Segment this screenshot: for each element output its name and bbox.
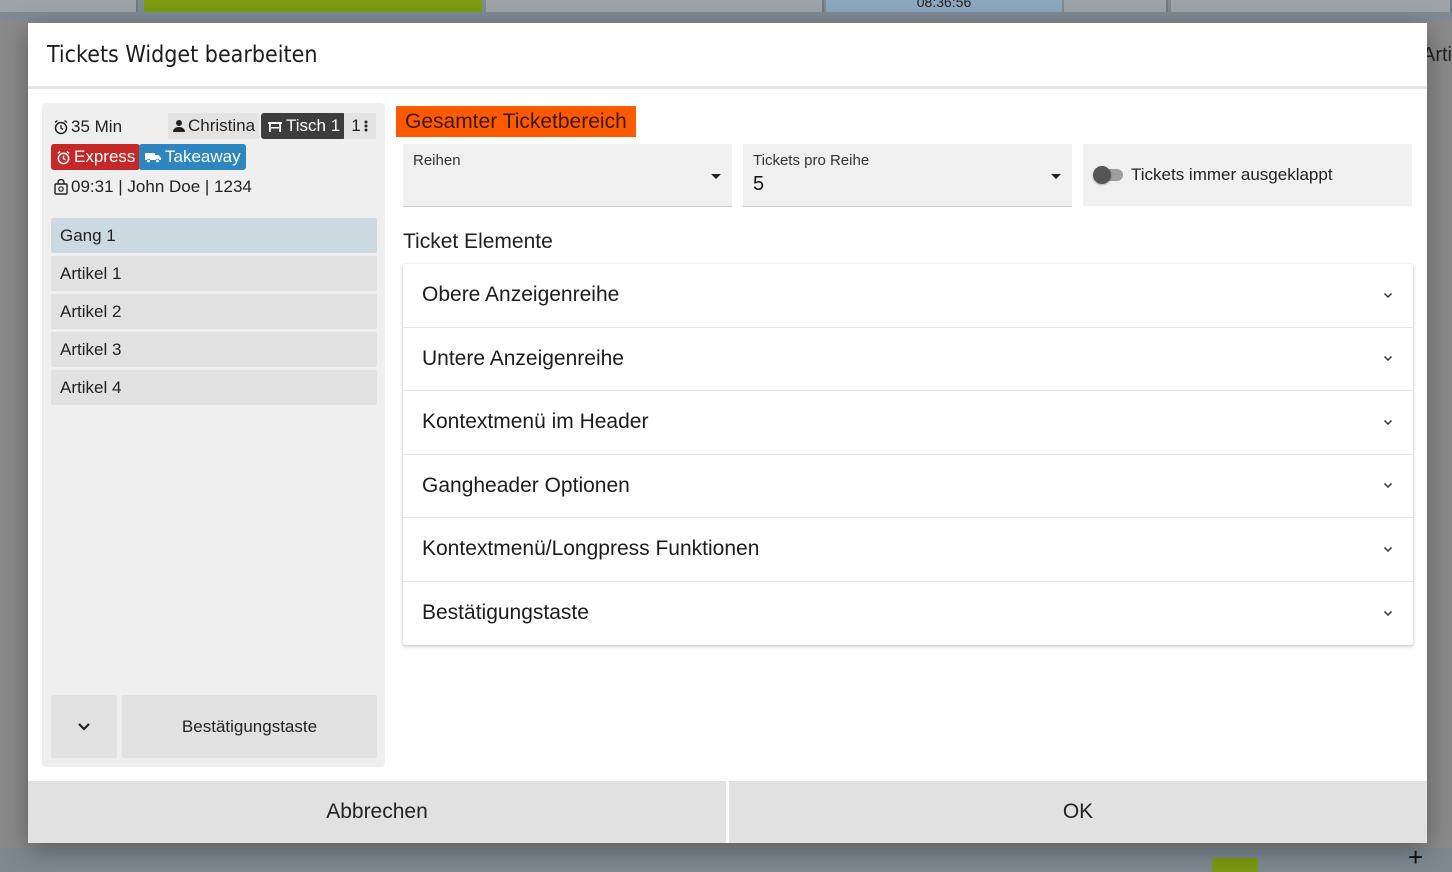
alarm-clock-icon — [54, 119, 68, 135]
delivery-bag-icon — [54, 179, 68, 195]
list-item[interactable]: Artikel 4 — [51, 370, 377, 405]
always-expanded-toggle-field: Tickets immer ausgeklappt — [1083, 144, 1412, 206]
tickets-per-row-label: Tickets pro Reihe — [753, 152, 870, 169]
accordion-item[interactable]: Obere Anzeigenreihe — [403, 264, 1413, 328]
rows-select-label: Reihen — [413, 152, 461, 169]
list-item[interactable]: Artikel 1 — [51, 256, 377, 291]
accordion-item-label: Gangheader Optionen — [422, 473, 630, 497]
section-tag: Gesamter Ticketbereich — [396, 106, 636, 137]
course-list: Gang 1 Artikel 1 Artikel 2 Artikel 3 Art… — [51, 218, 377, 408]
always-expanded-label: Tickets immer ausgeklappt — [1131, 165, 1333, 184]
background-top-bar: 08:36:56 — [0, 0, 1452, 20]
express-badge: Express — [51, 144, 141, 170]
user-name: Christina — [188, 116, 256, 135]
cancel-button[interactable]: Abbrechen — [28, 781, 726, 843]
table-label: Tisch 1 — [286, 116, 341, 135]
order-info: 09:31 | John Doe | 1234 — [51, 175, 377, 199]
background-tab — [1064, 0, 1168, 12]
background-bottom-bar — [0, 848, 1452, 872]
background-plus-icon: + — [1408, 842, 1424, 872]
accordion-item-label: Kontextmenü im Header — [422, 410, 649, 434]
preview-confirm-button[interactable]: Bestätigungstaste — [122, 695, 377, 758]
dialog-footer: Abbrechen OK — [28, 781, 1427, 843]
background-tab — [1171, 0, 1452, 12]
accordion-item[interactable]: Gangheader Optionen — [403, 455, 1413, 518]
accordion-item-label: Obere Anzeigenreihe — [422, 283, 620, 307]
table-icon — [268, 122, 282, 132]
ticket-preview: 35 Min Christina Tisch 1 1 Express Takea… — [42, 103, 385, 767]
list-item[interactable]: Artikel 2 — [51, 294, 377, 329]
background-green-tab — [1212, 858, 1258, 872]
chevron-down-icon — [1383, 610, 1393, 616]
ok-button[interactable]: OK — [729, 781, 1427, 843]
background-green-tab — [144, 0, 482, 12]
accordion-item[interactable]: Untere Anzeigenreihe — [403, 328, 1413, 391]
chevron-down-icon — [1383, 483, 1393, 489]
ticket-timer: 35 Min — [53, 117, 122, 137]
elements-accordion: Obere Anzeigenreihe Untere Anzeigenreihe… — [403, 264, 1413, 645]
tickets-per-row-value: 5 — [753, 173, 765, 195]
rows-select[interactable]: Reihen — [403, 144, 732, 207]
always-expanded-toggle[interactable] — [1093, 166, 1125, 184]
edit-widget-dialog: Tickets Widget bearbeiten 35 Min Christi… — [28, 23, 1427, 843]
chevron-down-icon — [1383, 292, 1393, 298]
tickets-per-row-select[interactable]: Tickets pro Reihe 5 — [743, 144, 1072, 207]
dialog-title: Tickets Widget bearbeiten — [28, 23, 1427, 89]
chevron-down-icon — [1383, 356, 1393, 362]
dropdown-caret-icon — [711, 174, 721, 179]
collapse-button[interactable] — [51, 695, 117, 758]
accordion-item[interactable]: Kontextmenü/Longpress Funktionen — [403, 518, 1413, 582]
chevron-down-icon — [1383, 546, 1393, 552]
accordion-item-label: Kontextmenü/Longpress Funktionen — [422, 537, 760, 561]
takeaway-label: Takeaway — [165, 147, 241, 166]
dropdown-caret-icon — [1051, 174, 1061, 179]
accordion-item[interactable]: Kontextmenü im Header — [403, 391, 1413, 455]
truck-icon — [145, 153, 161, 164]
chevron-down-icon — [78, 722, 90, 731]
accordion-item-label: Bestätigungstaste — [422, 601, 589, 625]
accordion-item[interactable]: Bestätigungstaste — [403, 582, 1413, 646]
alarm-clock-icon — [57, 150, 70, 164]
express-label: Express — [74, 147, 136, 166]
table-chip: Tisch 1 — [261, 113, 347, 139]
background-tab — [0, 0, 138, 12]
chevron-down-icon — [1383, 419, 1393, 425]
takeaway-badge: Takeaway — [139, 144, 246, 170]
more-vert-icon — [364, 120, 368, 132]
course-header[interactable]: Gang 1 — [51, 218, 377, 253]
ticket-header: 35 Min Christina Tisch 1 1 Express Takea… — [51, 113, 377, 199]
preview-footer: Bestätigungstaste — [51, 695, 377, 758]
order-info-label: 09:31 | John Doe | 1234 — [71, 177, 252, 196]
accordion-item-label: Untere Anzeigenreihe — [422, 346, 624, 370]
background-clock: 08:36:56 — [826, 0, 1062, 12]
user-chip: Christina — [168, 113, 260, 139]
ticket-menu-button[interactable]: 1 — [344, 113, 376, 139]
elements-title: Ticket Elemente — [403, 230, 553, 253]
background-tab — [486, 0, 824, 12]
person-icon — [173, 120, 185, 132]
ticket-count: 1 — [351, 116, 361, 135]
timer-label: 35 Min — [71, 117, 123, 136]
list-item[interactable]: Artikel 3 — [51, 332, 377, 367]
